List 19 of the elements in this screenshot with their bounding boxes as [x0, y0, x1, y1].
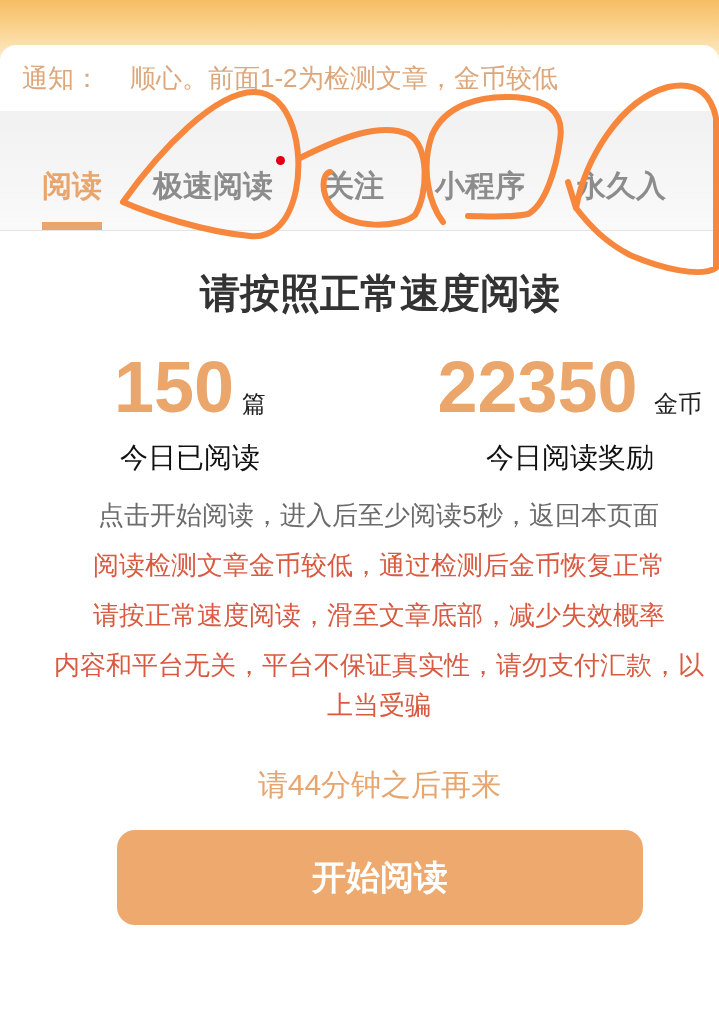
tab-underline-indicator — [42, 222, 102, 230]
stat-unit: 篇 — [242, 390, 267, 418]
instruction-text: 阅读检测文章金币较低，通过检测后金币恢复正常 — [92, 549, 665, 582]
tab[interactable]: 阅读 — [42, 168, 102, 230]
instruction-text: 点击开始阅读，进入后至少阅读5秒，返回本页面 — [98, 499, 659, 532]
stat-label: 今日阅读奖励 — [485, 441, 654, 475]
start-reading-button[interactable]: 开始阅读 — [116, 830, 643, 925]
stat-label: 今日已阅读 — [120, 441, 260, 475]
cooldown-text: 请44分钟之后再来 — [257, 767, 502, 803]
tab[interactable]: 极速阅读 — [153, 168, 273, 230]
stat-value: 22350 — [437, 349, 638, 425]
tab[interactable]: 小程序 — [435, 168, 525, 230]
instruction-text: 内容和平台无关，平台不保证真实性，请勿支付汇款，以 上当受骗 — [53, 649, 704, 722]
notice-text: 顺心。前面1-2为检测文章，金币较低 — [130, 62, 558, 94]
page-title: 请按照正常速度阅读 — [199, 271, 560, 315]
stat-value: 150 — [113, 349, 235, 425]
stat-unit: 金币 — [653, 390, 702, 418]
instruction-text: 请按正常速度阅读，滑至文章底部，减少失效概率 — [92, 599, 665, 632]
notice-label: 通知： — [22, 62, 100, 94]
